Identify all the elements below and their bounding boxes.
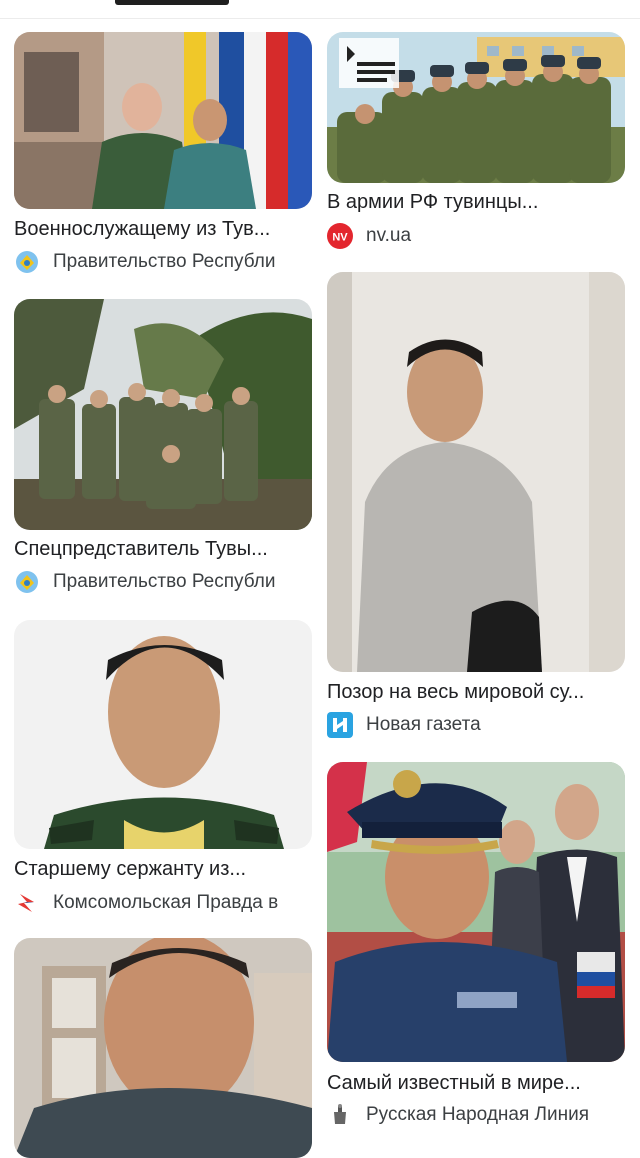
kp-logo-icon [14, 890, 40, 916]
tab-bar [0, 0, 640, 19]
result-source-name: Правительство Республи [53, 571, 276, 592]
result-card[interactable]: Спецпредставитель Тувы... Правительство … [14, 299, 312, 599]
novaya-gazeta-logo-icon [327, 712, 353, 738]
government-emblem-icon [14, 249, 40, 275]
result-card[interactable]: Старшему сержанту из... Комсомольская Пр… [14, 620, 312, 918]
active-tab-indicator [115, 0, 229, 5]
result-source-name: Русская Народная Линия [366, 1104, 590, 1125]
result-title[interactable]: Самый известный в мире... [327, 1071, 625, 1095]
result-thumbnail[interactable] [14, 299, 312, 530]
soldiers-forest-photo [14, 299, 312, 530]
result-title[interactable]: Военнослужащему из Тув... [14, 217, 312, 241]
result-source[interactable]: Новая газета [327, 712, 637, 738]
officer-blue-cap-photo [327, 762, 625, 1062]
svg-text:NV: NV [332, 232, 348, 244]
result-card[interactable]: В армии РФ тувинцы... NV nv.ua [327, 32, 625, 252]
result-title[interactable]: Старшему сержанту из... [14, 857, 312, 881]
man-grey-shirt-photo [327, 272, 625, 672]
result-card[interactable]: Самый известный в мире... Русская Народн… [327, 762, 625, 1125]
result-source[interactable]: Правительство Республи [14, 249, 324, 275]
result-thumbnail[interactable] [14, 32, 312, 209]
result-thumbnail[interactable] [14, 938, 312, 1158]
result-source[interactable]: Русская Народная Линия [327, 1102, 637, 1128]
result-thumbnail[interactable] [327, 272, 625, 672]
result-thumbnail[interactable] [327, 32, 625, 183]
result-thumbnail[interactable] [14, 620, 312, 849]
result-source-name: Новая газета [366, 714, 481, 735]
rnl-logo-icon [327, 1102, 353, 1128]
result-source[interactable]: NV nv.ua [327, 223, 637, 249]
result-title[interactable]: Позор на весь мировой су... [327, 680, 625, 704]
result-card[interactable]: Позор на весь мировой су... Новая газета [327, 272, 625, 742]
result-source[interactable]: Комсомольская Правда в [14, 890, 324, 916]
result-card[interactable]: Военнослужащему из Тув... Правительство … [14, 32, 312, 280]
result-thumbnail[interactable] [327, 762, 625, 1062]
result-title[interactable]: Спецпредставитель Тувы... [14, 537, 312, 561]
nv-logo-icon: NV [327, 223, 353, 249]
result-source-name: Правительство Республи [53, 251, 276, 272]
soldiers-field-photo [327, 32, 625, 183]
young-man-photo [14, 938, 312, 1158]
result-source[interactable]: Правительство Республи [14, 569, 324, 595]
sergeant-portrait-photo [14, 620, 312, 849]
officers-photo [14, 32, 312, 209]
government-emblem-icon [14, 569, 40, 595]
result-card[interactable] [14, 938, 312, 1158]
result-source-name: nv.ua [366, 225, 412, 246]
result-title[interactable]: В армии РФ тувинцы... [327, 190, 625, 214]
result-source-name: Комсомольская Правда в [53, 892, 279, 913]
